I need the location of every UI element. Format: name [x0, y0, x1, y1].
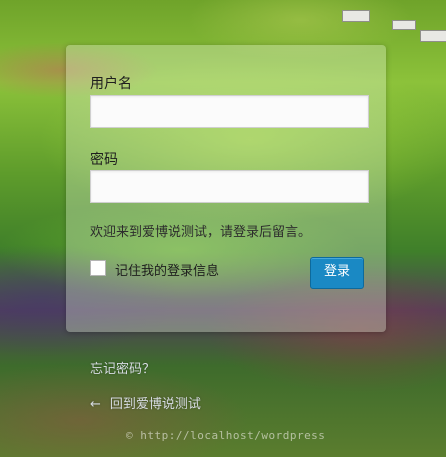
- login-form-card: 用户名 密码 欢迎来到爱博说测试，请登录后留言。 记住我的登录信息 登录: [66, 45, 386, 332]
- login-button[interactable]: 登录: [310, 257, 364, 289]
- username-input[interactable]: [90, 95, 369, 128]
- remember-me-checkbox[interactable]: [90, 260, 106, 276]
- remember-me-label[interactable]: 记住我的登录信息: [115, 260, 219, 279]
- background-farm-buildings: [336, 6, 446, 42]
- lost-password-link[interactable]: 忘记密码？: [90, 358, 155, 377]
- username-label: 用户名: [90, 76, 132, 92]
- back-arrow-icon: ←: [90, 397, 101, 412]
- login-page-background: 用户名 密码 欢迎来到爱博说测试，请登录后留言。 记住我的登录信息 登录 忘记密…: [0, 0, 446, 457]
- password-label: 密码: [90, 152, 118, 168]
- url-watermark: © http://localhost/wordpress: [126, 429, 326, 442]
- back-to-site-link[interactable]: ← 回到爱博说测试: [90, 393, 201, 412]
- password-input[interactable]: [90, 170, 369, 203]
- back-to-site-label: 回到爱博说测试: [109, 397, 201, 412]
- welcome-message: 欢迎来到爱博说测试，请登录后留言。: [90, 225, 312, 240]
